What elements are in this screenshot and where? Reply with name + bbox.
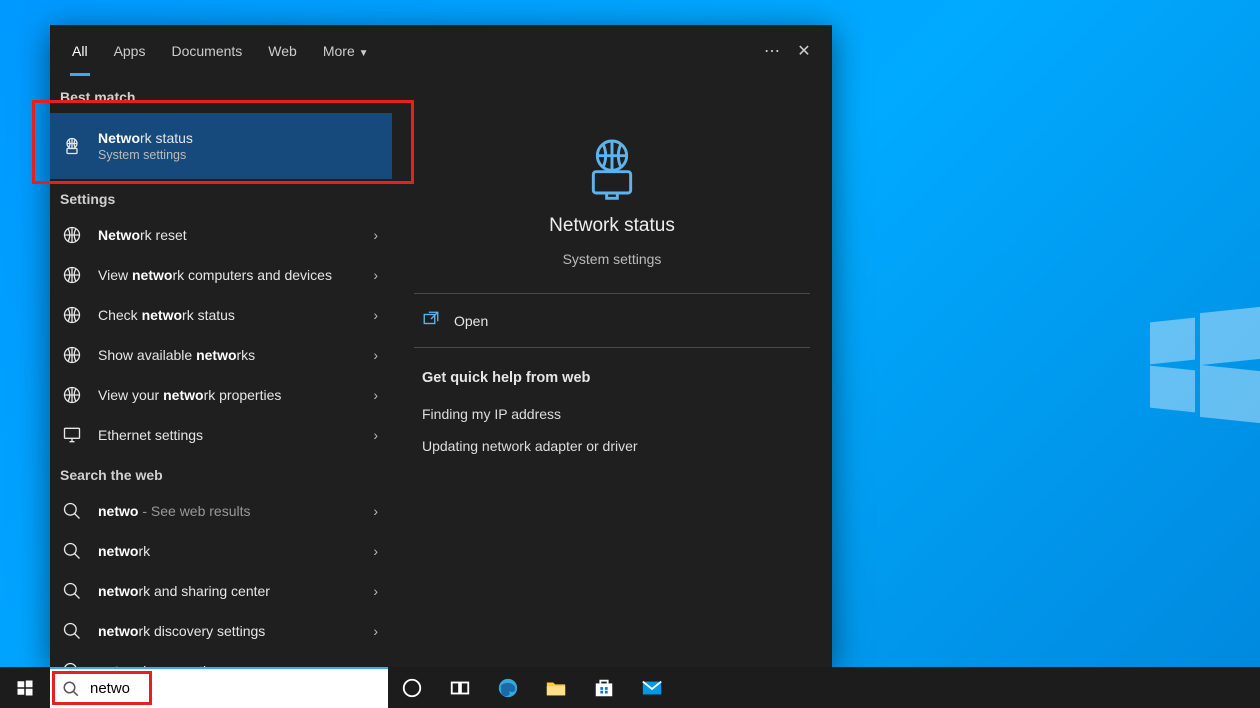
open-action[interactable]: Open xyxy=(392,294,832,347)
web-result-0[interactable]: netwo - See web results › xyxy=(50,491,392,531)
result-label: Ethernet settings xyxy=(98,426,359,444)
web-result-4[interactable]: network connections› xyxy=(50,651,392,667)
globe-icon xyxy=(60,385,84,405)
help-item-adapter[interactable]: Updating network adapter or driver xyxy=(392,430,832,462)
search-results-list: Best match Network status System setting… xyxy=(50,77,392,667)
tab-more[interactable]: More ▼ xyxy=(321,27,371,76)
tab-documents[interactable]: Documents xyxy=(169,27,244,76)
preview-globe-monitor-icon xyxy=(580,137,644,201)
search-tabs-bar: All Apps Documents Web More ▼ ⋯ ✕ xyxy=(50,25,832,77)
best-match-header: Best match xyxy=(50,77,392,113)
search-icon xyxy=(62,680,80,698)
result-title-bold: Netwo xyxy=(98,130,140,146)
cortana-icon[interactable] xyxy=(388,667,436,708)
chevron-right-icon: › xyxy=(373,503,378,519)
web-header: Search the web xyxy=(50,455,392,491)
result-label: network discovery settings xyxy=(98,622,359,640)
globe-monitor-icon xyxy=(60,136,84,156)
search-icon xyxy=(60,581,84,601)
chevron-right-icon: › xyxy=(373,543,378,559)
web-result-2[interactable]: network and sharing center › xyxy=(50,571,392,611)
result-label: network xyxy=(98,542,359,560)
result-label: Show available networks xyxy=(98,346,359,364)
start-button[interactable] xyxy=(0,667,50,708)
result-label: View your network properties xyxy=(98,386,359,404)
result-label: netwo - See web results xyxy=(98,502,359,520)
open-icon xyxy=(422,310,440,331)
preview-subtitle: System settings xyxy=(563,251,662,267)
settings-result-5[interactable]: Ethernet settings › xyxy=(50,415,392,455)
result-label: network and sharing center xyxy=(98,582,359,600)
result-label: Check network status xyxy=(98,306,359,324)
result-preview-pane: Network status System settings Open Get … xyxy=(392,77,832,667)
globe-icon xyxy=(60,345,84,365)
start-search-panel: All Apps Documents Web More ▼ ⋯ ✕ Best m… xyxy=(50,25,832,667)
settings-result-4[interactable]: View your network properties › xyxy=(50,375,392,415)
more-options-icon[interactable]: ⋯ xyxy=(756,35,788,67)
settings-result-3[interactable]: Show available networks › xyxy=(50,335,392,375)
globe-icon xyxy=(60,225,84,245)
globe-icon xyxy=(60,305,84,325)
taskbar-search-box[interactable] xyxy=(50,667,388,708)
chevron-right-icon: › xyxy=(373,227,378,243)
chevron-right-icon: › xyxy=(373,387,378,403)
chevron-right-icon: › xyxy=(373,267,378,283)
settings-result-2[interactable]: Check network status › xyxy=(50,295,392,335)
taskbar xyxy=(0,667,1260,708)
settings-result-1[interactable]: View network computers and devices › xyxy=(50,255,392,295)
close-icon[interactable]: ✕ xyxy=(788,35,820,67)
help-item-ip[interactable]: Finding my IP address xyxy=(392,398,832,430)
store-icon[interactable] xyxy=(580,667,628,708)
open-label: Open xyxy=(454,313,488,329)
tab-apps[interactable]: Apps xyxy=(112,27,148,76)
chevron-right-icon: › xyxy=(373,427,378,443)
chevron-right-icon: › xyxy=(373,307,378,323)
search-icon xyxy=(60,541,84,561)
chevron-right-icon: › xyxy=(373,623,378,639)
result-title-rest: rk status xyxy=(140,130,193,146)
result-subtitle: System settings xyxy=(98,147,378,163)
tab-web[interactable]: Web xyxy=(266,27,299,76)
preview-title: Network status xyxy=(549,215,675,237)
mail-icon[interactable] xyxy=(628,667,676,708)
chevron-right-icon: › xyxy=(373,347,378,363)
settings-result-0[interactable]: Network reset › xyxy=(50,215,392,255)
settings-header: Settings xyxy=(50,179,392,215)
file-explorer-icon[interactable] xyxy=(532,667,580,708)
result-network-status[interactable]: Network status System settings xyxy=(50,113,392,179)
taskbar-search-input[interactable] xyxy=(90,680,376,697)
edge-icon[interactable] xyxy=(484,667,532,708)
web-result-3[interactable]: network discovery settings › xyxy=(50,611,392,651)
search-icon xyxy=(60,501,84,521)
result-label: Network reset xyxy=(98,226,359,244)
windows-desktop-logo xyxy=(1150,310,1260,420)
tab-all[interactable]: All xyxy=(70,27,90,76)
web-result-1[interactable]: network › xyxy=(50,531,392,571)
globe-icon xyxy=(60,265,84,285)
quick-help-header: Get quick help from web xyxy=(392,348,832,398)
globe-icon xyxy=(60,425,84,445)
task-view-icon[interactable] xyxy=(436,667,484,708)
result-label: View network computers and devices xyxy=(98,266,359,284)
chevron-right-icon: › xyxy=(373,583,378,599)
search-icon xyxy=(60,621,84,641)
